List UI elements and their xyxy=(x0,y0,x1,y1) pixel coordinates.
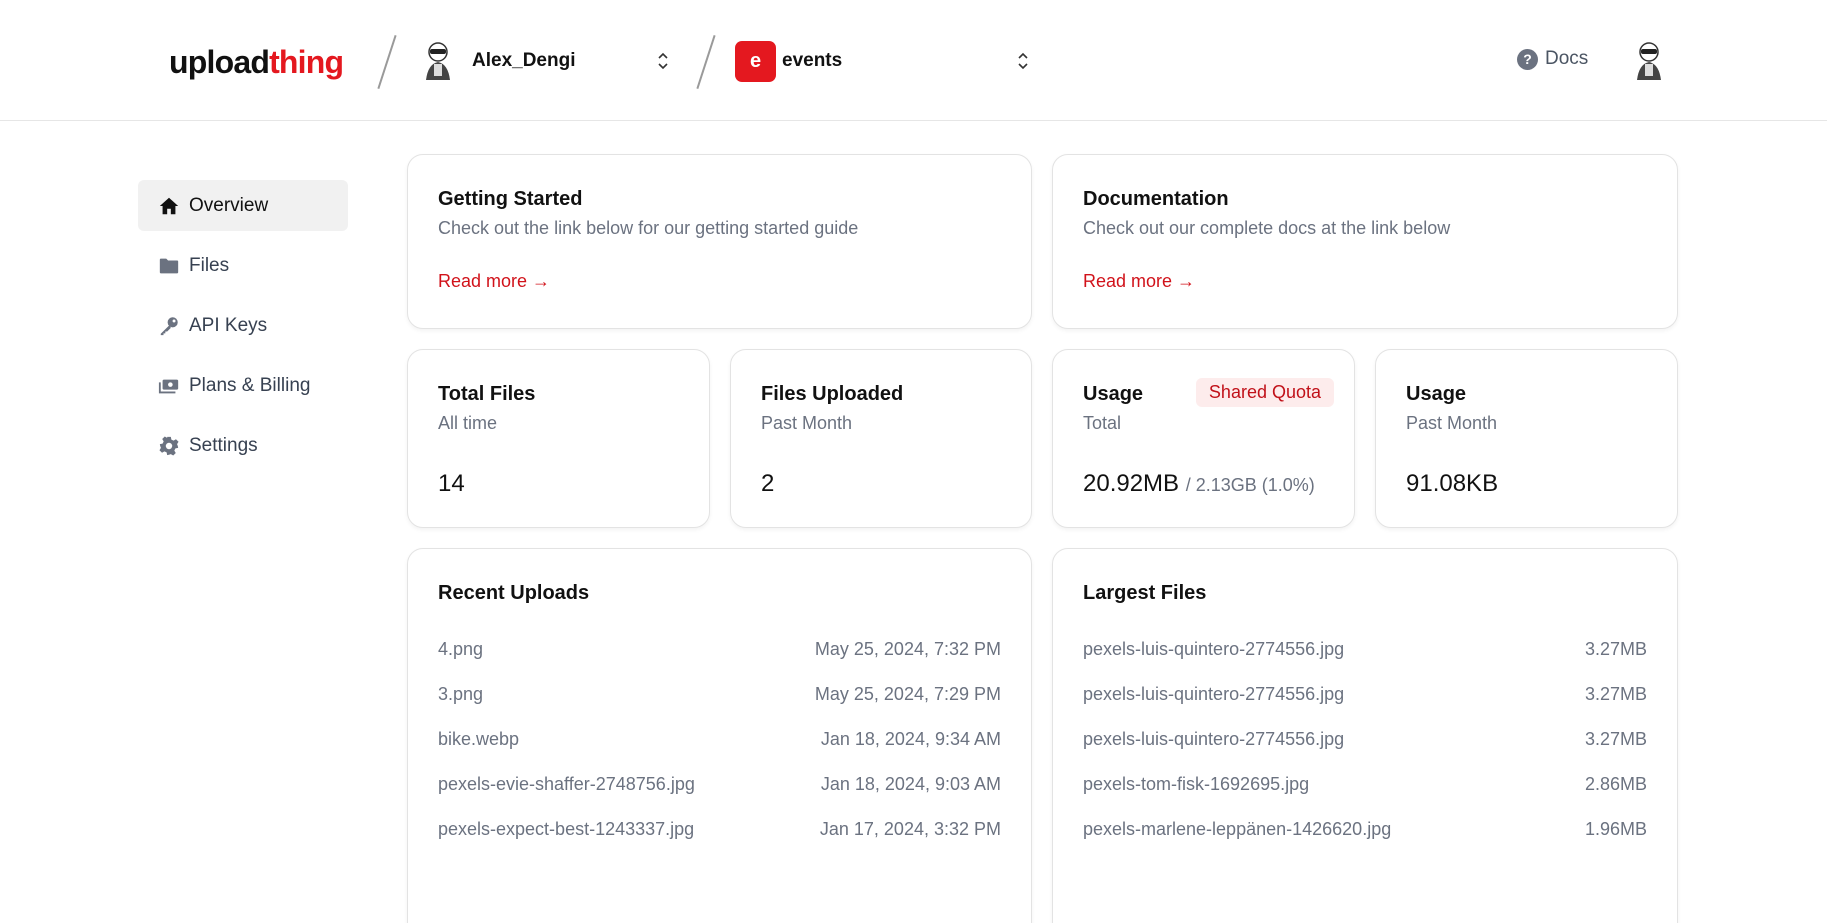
sidebar-item-files[interactable]: Files xyxy=(138,240,348,291)
card-subtitle: Total xyxy=(1083,413,1122,433)
shared-quota-badge: Shared Quota xyxy=(1195,378,1334,407)
file-name: 4.png xyxy=(438,639,484,659)
usage-total-card: Usage Total Shared Quota 20.92MB / 2.13G… xyxy=(1052,349,1355,528)
card-subtitle: Past Month xyxy=(761,413,853,433)
usage-month-value: 91.08KB xyxy=(1406,470,1499,497)
chevron-up-down-icon xyxy=(658,52,668,70)
billing-icon xyxy=(158,379,179,393)
account-name: Alex_Dengi xyxy=(472,50,576,71)
docs-label: Docs xyxy=(1545,48,1589,69)
usage-total-limit: / 2.13GB (1.0%) xyxy=(1185,475,1315,495)
chevron-up-down-icon xyxy=(1018,52,1028,70)
list-item[interactable]: 4.png May 25, 2024, 7:32 PM xyxy=(438,627,1001,672)
card-title: Largest Files xyxy=(1083,582,1207,604)
documentation-read-more-link[interactable]: Read more → xyxy=(1083,271,1195,292)
key-icon xyxy=(160,316,178,335)
logo-text-upload: upload xyxy=(169,44,270,80)
usage-total-value: 20.92MB / 2.13GB (1.0%) xyxy=(1083,470,1324,498)
card-subtitle: All time xyxy=(438,413,498,433)
file-size: 2.86MB xyxy=(1584,774,1647,794)
sidebar-item-overview[interactable]: Overview xyxy=(138,180,348,231)
file-size: 3.27MB xyxy=(1584,684,1647,704)
list-item[interactable]: pexels-marlene-leppänen-1426620.jpg 1.96… xyxy=(1083,807,1647,852)
list-item[interactable]: pexels-tom-fisk-1692695.jpg 2.86MB xyxy=(1083,762,1647,807)
largest-files-list: pexels-luis-quintero-2774556.jpg 3.27MB … xyxy=(1083,627,1647,852)
file-name: pexels-luis-quintero-2774556.jpg xyxy=(1083,639,1345,659)
recent-uploads-card: Recent Uploads 4.png May 25, 2024, 7:32 … xyxy=(407,548,1032,923)
file-size: 1.96MB xyxy=(1584,819,1647,839)
file-name: pexels-expect-best-1243337.jpg xyxy=(438,819,695,839)
user-avatar xyxy=(426,42,450,80)
app-switcher[interactable]: e events xyxy=(735,38,1030,84)
usage-total-amount: 20.92MB xyxy=(1083,470,1180,497)
getting-started-card: Getting Started Check out the link below… xyxy=(407,154,1032,329)
file-name: pexels-marlene-leppänen-1426620.jpg xyxy=(1083,819,1392,839)
list-item[interactable]: 3.png May 25, 2024, 7:29 PM xyxy=(438,672,1001,717)
files-uploaded-value: 2 xyxy=(761,470,775,497)
card-title: Getting Started xyxy=(438,188,583,210)
files-uploaded-card: Files Uploaded Past Month 2 xyxy=(730,349,1032,528)
sidebar-item-label: Settings xyxy=(189,434,258,456)
file-name: pexels-luis-quintero-2774556.jpg xyxy=(1083,684,1345,704)
list-item[interactable]: pexels-luis-quintero-2774556.jpg 3.27MB xyxy=(1083,717,1647,762)
sidebar-item-label: API Keys xyxy=(189,314,268,336)
card-title: Files Uploaded xyxy=(761,383,904,405)
upload-date: May 25, 2024, 7:32 PM xyxy=(814,639,1001,659)
sidebar-item-api-keys[interactable]: API Keys xyxy=(138,300,348,351)
upload-date: May 25, 2024, 7:29 PM xyxy=(814,684,1001,704)
sidebar-item-label: Plans & Billing xyxy=(189,374,311,396)
docs-link[interactable]: ? Docs xyxy=(1517,48,1588,70)
file-name: bike.webp xyxy=(438,729,520,749)
file-name: pexels-luis-quintero-2774556.jpg xyxy=(1083,729,1345,749)
app-initial-badge: e xyxy=(735,40,776,82)
home-icon xyxy=(159,197,179,214)
app-name: events xyxy=(782,50,843,71)
profile-avatar-button[interactable] xyxy=(1631,40,1667,82)
total-files-value: 14 xyxy=(438,470,465,497)
question-circle-icon: ? xyxy=(1517,48,1538,70)
sidebar-nav: Overview Files API Keys Plans & Billing … xyxy=(138,180,348,480)
list-item[interactable]: bike.webp Jan 18, 2024, 9:34 AM xyxy=(438,717,1001,762)
sidebar-item-plans-billing[interactable]: Plans & Billing xyxy=(138,360,348,411)
list-item[interactable]: pexels-luis-quintero-2774556.jpg 3.27MB xyxy=(1083,627,1647,672)
upload-date: Jan 18, 2024, 9:34 AM xyxy=(820,729,1001,749)
logo-text-thing: thing xyxy=(269,44,344,80)
total-files-card: Total Files All time 14 xyxy=(407,349,710,528)
getting-started-read-more-link[interactable]: Read more → xyxy=(438,271,550,292)
sidebar-item-label: Overview xyxy=(189,194,269,216)
documentation-card: Documentation Check out our complete doc… xyxy=(1052,154,1678,329)
file-size: 3.27MB xyxy=(1584,639,1647,659)
top-header: uploadthing Alex_Dengi e events ? Docs xyxy=(0,0,1827,121)
usage-month-card: Usage Past Month 91.08KB xyxy=(1375,349,1678,528)
folder-icon xyxy=(159,258,179,273)
sidebar-item-label: Files xyxy=(189,254,230,276)
card-title: Usage xyxy=(1406,383,1467,405)
account-switcher[interactable]: Alex_Dengi xyxy=(420,38,670,84)
card-subtitle: Check out our complete docs at the link … xyxy=(1083,218,1451,238)
file-name: pexels-tom-fisk-1692695.jpg xyxy=(1083,774,1310,794)
card-subtitle: Check out the link below for our getting… xyxy=(438,218,859,238)
list-item[interactable]: pexels-expect-best-1243337.jpg Jan 17, 2… xyxy=(438,807,1001,852)
breadcrumb-separator xyxy=(696,35,716,89)
gear-icon xyxy=(159,435,179,456)
file-name: 3.png xyxy=(438,684,484,704)
card-title: Total Files xyxy=(438,383,536,405)
recent-uploads-list: 4.png May 25, 2024, 7:32 PM 3.png May 25… xyxy=(438,627,1001,852)
breadcrumb-separator xyxy=(377,35,397,89)
card-title: Documentation xyxy=(1083,188,1229,210)
upload-date: Jan 18, 2024, 9:03 AM xyxy=(820,774,1001,794)
file-size: 3.27MB xyxy=(1584,729,1647,749)
card-title: Recent Uploads xyxy=(438,582,590,604)
file-name: pexels-evie-shaffer-2748756.jpg xyxy=(438,774,695,794)
sidebar-item-settings[interactable]: Settings xyxy=(138,420,348,471)
list-item[interactable]: pexels-luis-quintero-2774556.jpg 3.27MB xyxy=(1083,672,1647,717)
card-subtitle: Past Month xyxy=(1406,413,1498,433)
upload-date: Jan 17, 2024, 3:32 PM xyxy=(819,819,1001,839)
largest-files-card: Largest Files pexels-luis-quintero-27745… xyxy=(1052,548,1678,923)
uploadthing-logo[interactable]: uploadthing xyxy=(169,42,344,82)
list-item[interactable]: pexels-evie-shaffer-2748756.jpg Jan 18, … xyxy=(438,762,1001,807)
